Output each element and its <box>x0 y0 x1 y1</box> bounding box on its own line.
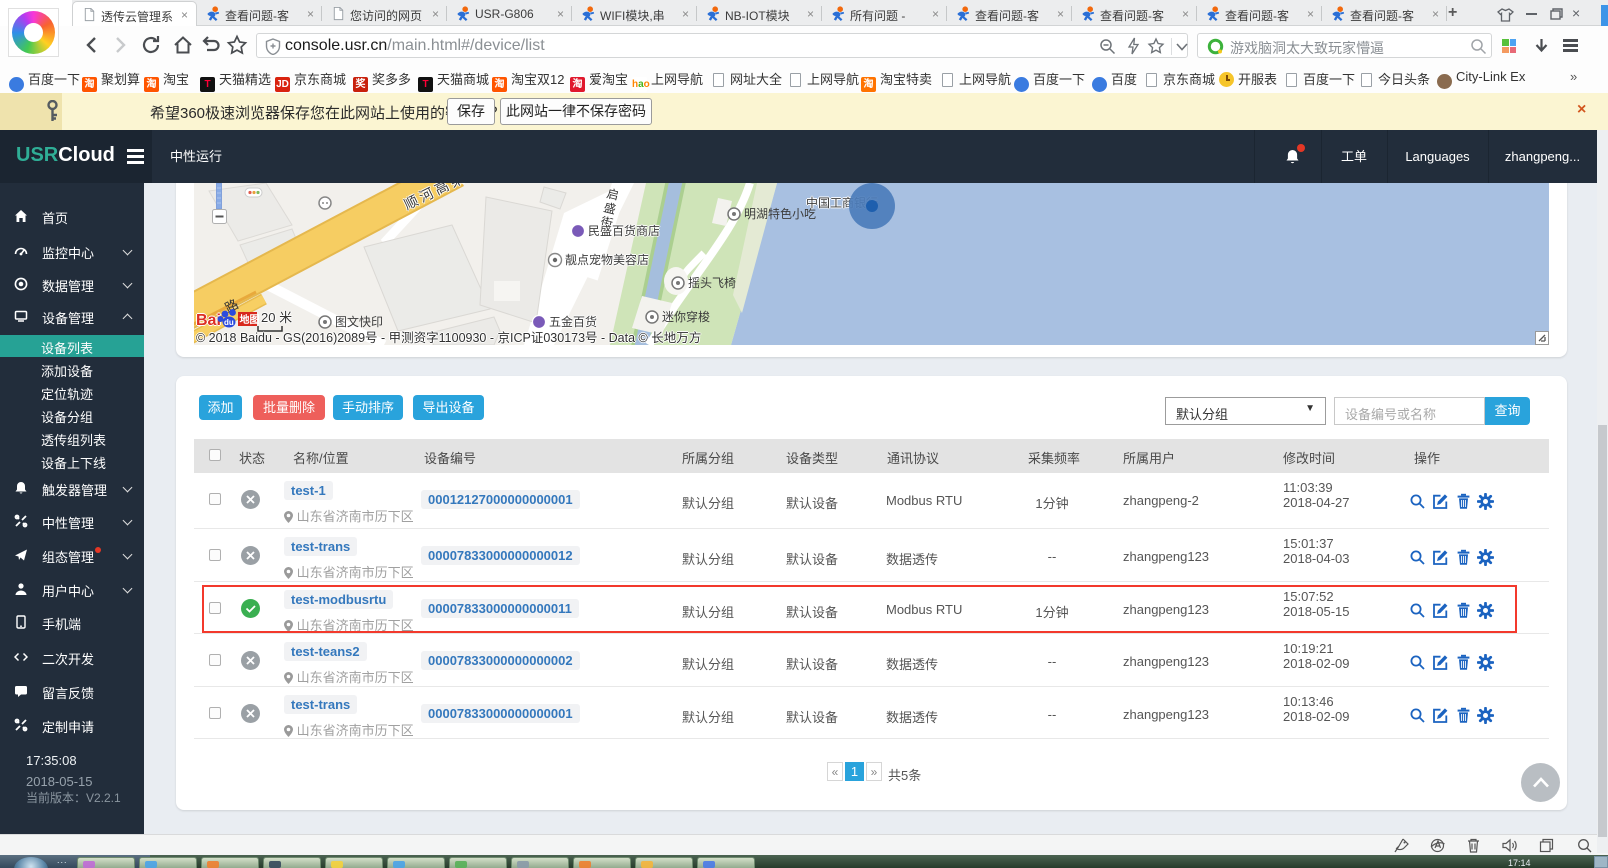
svg-text:民盛百货商店: 民盛百货商店 <box>588 223 660 238</box>
svg-text:地图: 地图 <box>240 313 260 326</box>
svg-text:摇头飞椅: 摇头飞椅 <box>688 276 736 290</box>
svg-text:图文快印: 图文快印 <box>335 314 383 329</box>
svg-text:© 2018 Baidu - GS(2016)2089号 -: © 2018 Baidu - GS(2016)2089号 - 甲测资字11009… <box>196 330 701 345</box>
svg-text:20 米: 20 米 <box>261 310 292 325</box>
svg-text:五金百货: 五金百货 <box>549 314 597 329</box>
svg-text:Bai: Bai <box>196 312 221 329</box>
svg-text:迷你穿梭: 迷你穿梭 <box>662 309 710 324</box>
svg-text:靓点宠物美容店: 靓点宠物美容店 <box>565 252 649 267</box>
svg-text:du: du <box>224 318 234 327</box>
